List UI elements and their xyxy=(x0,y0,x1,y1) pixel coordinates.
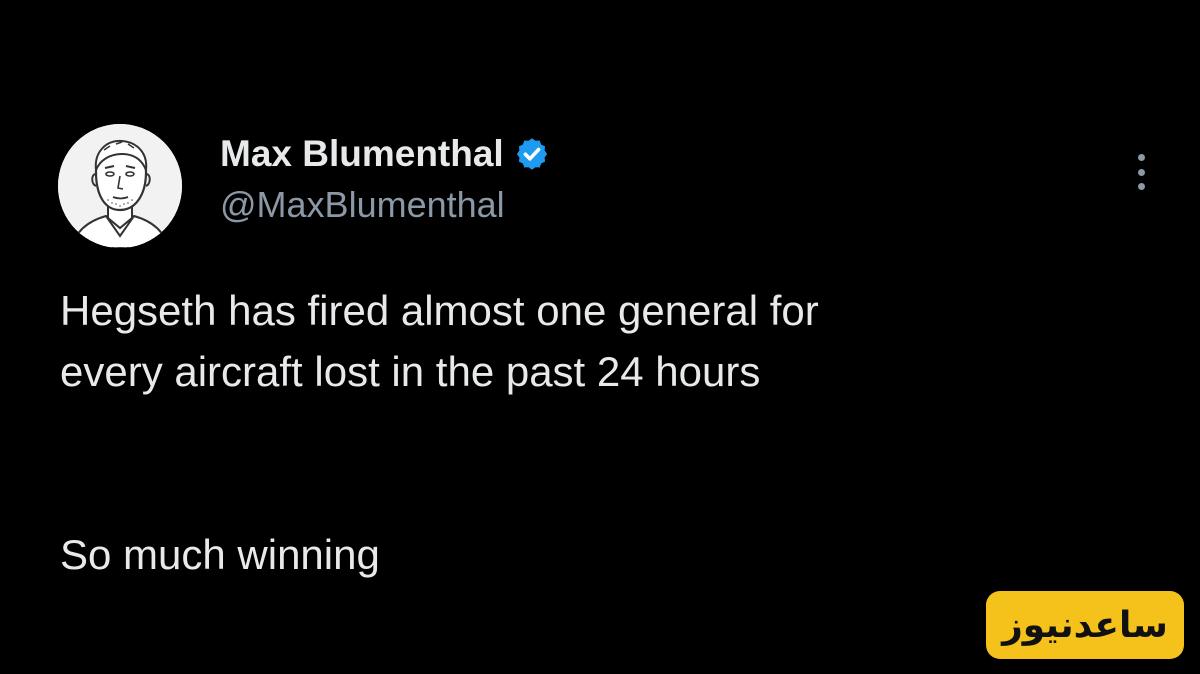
more-dot xyxy=(1137,183,1145,190)
more-options-icon[interactable] xyxy=(1126,150,1156,194)
tweet-header: Max Blumenthal @MaxBlumenthal xyxy=(220,130,550,226)
avatar[interactable] xyxy=(58,124,182,248)
tweet-text: Hegseth has fired almost one general for… xyxy=(60,280,1140,585)
more-dot xyxy=(1137,154,1145,161)
tweet-text-line: So much winning xyxy=(60,531,380,578)
watermark-logo: ساعدنیوز xyxy=(986,591,1184,659)
more-dot xyxy=(1137,168,1145,176)
name-row: Max Blumenthal xyxy=(220,130,550,178)
tweet-text-line: every aircraft lost in the past 24 hours xyxy=(60,348,761,395)
display-name[interactable]: Max Blumenthal xyxy=(220,133,504,175)
avatar-sketch-icon xyxy=(58,124,182,248)
tweet-card: Max Blumenthal @MaxBlumenthal Hegseth ha… xyxy=(0,0,1200,674)
tweet-text-line: Hegseth has fired almost one general for xyxy=(60,287,819,334)
user-handle[interactable]: @MaxBlumenthal xyxy=(220,184,550,226)
watermark-text: ساعدنیوز xyxy=(1002,604,1168,646)
verified-badge-icon xyxy=(514,136,550,172)
